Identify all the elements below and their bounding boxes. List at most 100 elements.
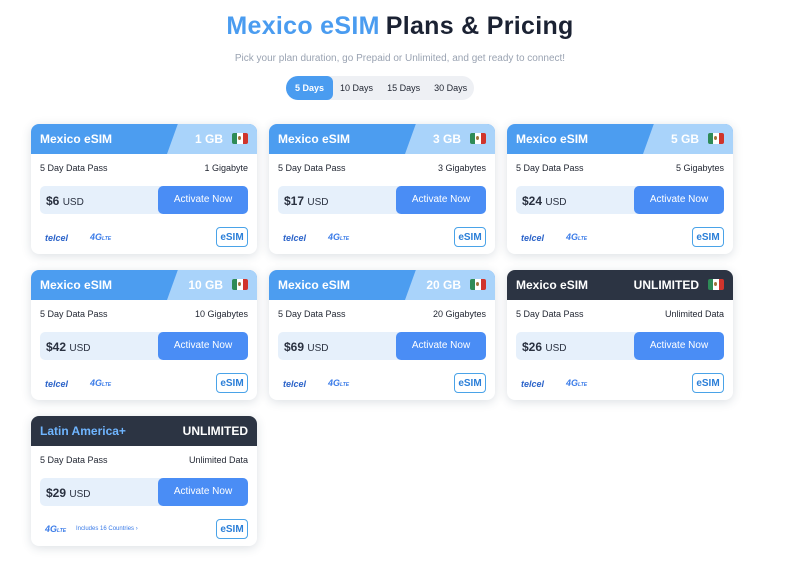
telcel-logo: telcel: [45, 233, 69, 243]
page-subtitle: Pick your plan duration, go Prepaid or U…: [234, 53, 566, 64]
includes-countries-link[interactable]: Includes 16 Countries ›: [76, 526, 138, 532]
activate-now-button[interactable]: Activate Now: [396, 186, 486, 214]
price-box: $42 USD Activate Now: [40, 332, 248, 360]
plan-footer: telcel 4GLTE eSIM: [40, 226, 248, 248]
plan-pass: 5 Day Data Pass: [278, 309, 346, 319]
plan-card-header: Mexico eSIM 10 GB: [31, 270, 257, 300]
plan-price: $69 USD: [284, 340, 329, 354]
mexico-flag-icon: [470, 133, 486, 144]
telcel-logo: telcel: [283, 233, 307, 243]
plan-card-3gb: Mexico eSIM 3 GB 5 Day Data Pass 3 Gigaby…: [269, 124, 495, 254]
plan-data: 20 Gigabytes: [432, 309, 486, 319]
plan-data: 1 Gigabyte: [204, 163, 248, 173]
plan-card-unlimited: Mexico eSIM UNLIMITED 5 Day Data Pass Unl…: [507, 270, 733, 400]
mexico-flag-icon: [708, 133, 724, 144]
plan-name: Mexico eSIM: [516, 278, 589, 292]
esim-badge: eSIM: [692, 373, 724, 393]
plan-card-header: Mexico eSIM 3 GB: [269, 124, 495, 154]
plan-size: 1 GB: [194, 132, 223, 146]
activate-now-button[interactable]: Activate Now: [158, 332, 248, 360]
activate-now-button[interactable]: Activate Now: [158, 186, 248, 214]
page-title-rest: Plans & Pricing: [385, 12, 574, 40]
price-box: $29 USD Activate Now: [40, 478, 248, 506]
plan-footer: telcel 4GLTE eSIM: [516, 372, 724, 394]
plan-card-5gb: Mexico eSIM 5 GB 5 Day Data Pass 5 Gigaby…: [507, 124, 733, 254]
plan-pass: 5 Day Data Pass: [40, 163, 108, 173]
4g-lte-icon: 4GLTE: [45, 524, 67, 534]
plan-price: $42 USD: [46, 340, 91, 354]
mexico-flag-icon: [708, 279, 724, 290]
esim-badge: eSIM: [216, 519, 248, 539]
4g-lte-icon: 4GLTE: [328, 378, 350, 388]
plan-data: 10 Gigabytes: [194, 309, 248, 319]
plan-size: UNLIMITED: [633, 278, 699, 292]
price-box: $6 USD Activate Now: [40, 186, 248, 214]
price-box: $17 USD Activate Now: [278, 186, 486, 214]
tab-30-days[interactable]: 30 Days: [427, 76, 474, 100]
plan-footer: telcel 4GLTE eSIM: [278, 372, 486, 394]
plan-card-header: Mexico eSIM UNLIMITED: [507, 270, 733, 300]
mexico-flag-icon: [232, 133, 248, 144]
plan-price: $29 USD: [46, 486, 91, 500]
plan-price: $17 USD: [284, 194, 329, 208]
esim-badge: eSIM: [216, 227, 248, 247]
plan-size: 3 GB: [432, 132, 461, 146]
plan-card-10gb: Mexico eSIM 10 GB 5 Day Data Pass 10 Giga…: [31, 270, 257, 400]
esim-badge: eSIM: [216, 373, 248, 393]
page-title: Mexico eSIM Plans & Pricing: [0, 12, 800, 41]
plan-size: 20 GB: [426, 278, 461, 292]
esim-badge: eSIM: [692, 227, 724, 247]
plan-data: 5 Gigabytes: [675, 163, 724, 173]
plan-name: Mexico eSIM: [278, 132, 351, 146]
plan-footer: 4GLTE Includes 16 Countries › eSIM: [40, 518, 248, 540]
plan-card-latin-america: Latin America+ UNLIMITED 5 Day Data Pass…: [31, 416, 257, 546]
mexico-flag-icon: [232, 279, 248, 290]
price-box: $24 USD Activate Now: [516, 186, 724, 214]
tab-5-days[interactable]: 5 Days: [286, 76, 334, 100]
price-box: $26 USD Activate Now: [516, 332, 724, 360]
plan-price: $6 USD: [46, 194, 84, 208]
plan-pass: 5 Day Data Pass: [40, 309, 108, 319]
4g-lte-icon: 4GLTE: [328, 232, 350, 242]
plan-card-header: Mexico eSIM 5 GB: [507, 124, 733, 154]
plan-card-20gb: Mexico eSIM 20 GB 5 Day Data Pass 20 Giga…: [269, 270, 495, 400]
plan-data: Unlimited Data: [188, 455, 248, 465]
plan-pass: 5 Day Data Pass: [278, 163, 346, 173]
plan-footer: telcel 4GLTE eSIM: [516, 226, 724, 248]
plan-size: UNLIMITED: [182, 424, 248, 438]
plan-card-header: Mexico eSIM 1 GB: [31, 124, 257, 154]
plan-card-header: Latin America+ UNLIMITED: [31, 416, 257, 446]
price-box: $69 USD Activate Now: [278, 332, 486, 360]
plan-card-header: Mexico eSIM 20 GB: [269, 270, 495, 300]
plan-footer: telcel 4GLTE eSIM: [40, 372, 248, 394]
tab-10-days[interactable]: 10 Days: [333, 76, 380, 100]
plan-price: $24 USD: [522, 194, 567, 208]
mexico-flag-icon: [470, 279, 486, 290]
4g-lte-icon: 4GLTE: [566, 232, 588, 242]
plan-footer: telcel 4GLTE eSIM: [278, 226, 486, 248]
4g-lte-icon: 4GLTE: [566, 378, 588, 388]
plan-card-1gb: Mexico eSIM 1 GB 5 Day Data Pass 1 Gigaby…: [31, 124, 257, 254]
plan-pass: 5 Day Data Pass: [516, 163, 584, 173]
plan-size: 10 GB: [188, 278, 223, 292]
plan-data: 3 Gigabytes: [437, 163, 486, 173]
plan-name: Mexico eSIM: [40, 278, 113, 292]
tab-15-days[interactable]: 15 Days: [380, 76, 427, 100]
activate-now-button[interactable]: Activate Now: [634, 186, 724, 214]
telcel-logo: telcel: [521, 379, 545, 389]
telcel-logo: telcel: [521, 233, 545, 243]
telcel-logo: telcel: [45, 379, 69, 389]
activate-now-button[interactable]: Activate Now: [634, 332, 724, 360]
plan-pass: 5 Day Data Pass: [516, 309, 584, 319]
activate-now-button[interactable]: Activate Now: [396, 332, 486, 360]
activate-now-button[interactable]: Activate Now: [158, 478, 248, 506]
esim-badge: eSIM: [454, 227, 486, 247]
plan-name: Mexico eSIM: [516, 132, 589, 146]
plan-size: 5 GB: [670, 132, 699, 146]
plan-price: $26 USD: [522, 340, 567, 354]
telcel-logo: telcel: [283, 379, 307, 389]
4g-lte-icon: 4GLTE: [90, 378, 112, 388]
esim-badge: eSIM: [454, 373, 486, 393]
plan-data: Unlimited Data: [664, 309, 724, 319]
plan-pass: 5 Day Data Pass: [40, 455, 108, 465]
